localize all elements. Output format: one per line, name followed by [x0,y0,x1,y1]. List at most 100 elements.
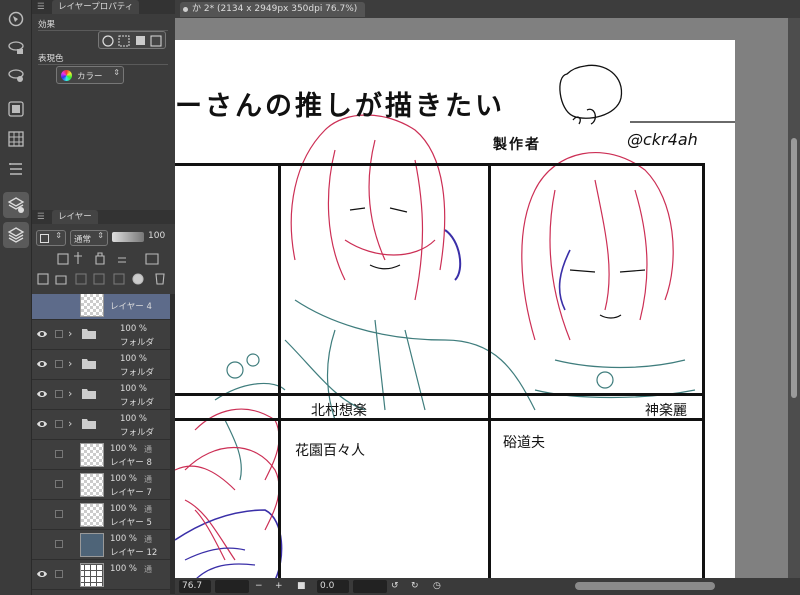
layer-row[interactable]: › 100 % フォルダ [32,380,170,410]
zoom-field[interactable]: 76.7 [179,580,211,593]
layer-panel-header: ☰ レイヤー [32,210,175,224]
layer-thumbnail [80,443,104,467]
visibility-eye-icon[interactable] [36,389,48,399]
layer-property-icon[interactable] [3,192,29,218]
layer-row[interactable]: 100 % 通 レイヤー 8 [32,440,170,470]
grid-line-top [175,163,705,166]
layer-icon[interactable] [3,222,29,248]
opacity-slider[interactable] [112,232,144,242]
layer-color-select[interactable]: ⇕ [36,230,66,246]
zoom-in-icon[interactable]: + [275,580,283,593]
layer-row[interactable]: 100 % 通 レイヤー 12 [32,530,170,560]
rotate-right-icon[interactable]: ↻ [411,580,419,593]
grid-line-mid1 [175,393,705,396]
zoom-slider[interactable] [215,580,249,593]
select-updown-icon: ⇕ [55,231,62,240]
canvas-vertical-scroll-thumb[interactable] [791,138,797,398]
folder-expand-chevron-icon[interactable]: › [68,387,72,400]
tool-property-icon[interactable] [3,62,29,88]
folder-icon [82,329,96,339]
layer-row[interactable]: 100 % 通 [32,560,170,590]
fit-icon[interactable]: ■ [297,580,306,593]
document-tab[interactable]: か 2* (2134 x 2949px 350dpi 76.7%) [180,2,366,17]
sub-tool-detail-icon[interactable] [3,34,29,60]
material-icon[interactable] [3,96,29,122]
folder-icon [82,389,96,399]
layer-lock-checkbox[interactable] [55,420,63,428]
layer-row[interactable]: レイヤー 4 [32,294,170,320]
layer-opacity: 100 % [110,444,138,454]
rotate-left-icon[interactable]: ↺ [391,580,399,593]
grid-line-col1 [278,163,281,578]
folder-expand-chevron-icon[interactable]: › [68,327,72,340]
opacity-value[interactable]: 100 [148,231,165,241]
expression-color-select[interactable]: カラー ⇕ [56,66,124,84]
rotation-slider[interactable] [353,580,387,593]
layer-property-panel: ☰ レイヤープロパティ 効果 表現色 カラー ⇕ [32,0,175,212]
reset-rotation-icon[interactable]: ◷ [433,580,441,593]
layer-lock-checkbox[interactable] [55,570,63,578]
visibility-eye-icon[interactable] [36,359,48,369]
rotation-field[interactable]: 0.0 [317,580,349,593]
layer-name: フォルダ [120,368,155,378]
layer-lock-checkbox[interactable] [55,480,63,488]
visibility-eye-icon[interactable] [36,569,48,579]
layer-thumbnail [80,533,104,557]
layer-name: フォルダ [120,398,155,408]
layer-panel-menu-icon[interactable]: ☰ [37,210,45,224]
layer-row[interactable]: › 100 % フォルダ [32,350,170,380]
layer-search-icon[interactable] [3,156,29,182]
navigator-icon[interactable] [3,6,29,32]
grid-line-right [702,163,705,578]
layer-property-header: ☰ レイヤープロパティ [32,0,175,14]
color-wheel-icon [61,70,72,81]
layer-lock-checkbox[interactable] [55,450,63,458]
creator-label: 製作者 [493,137,541,153]
name-label-hazama: 硲道夫 [503,435,545,451]
layer-tab[interactable]: レイヤー [52,210,98,224]
layer-lock-checkbox[interactable] [55,390,63,398]
layer-list-scrollbar[interactable] [170,294,175,594]
layer-thumbnail [80,503,104,527]
visibility-eye-icon[interactable] [36,329,48,339]
layer-opacity: 100 % [110,564,138,574]
left-palette-strip [0,0,32,595]
folder-expand-chevron-icon[interactable]: › [68,357,72,370]
layer-property-tab-label: レイヤープロパティ [58,2,134,12]
layer-name: フォルダ [120,338,155,348]
folder-expand-chevron-icon[interactable]: › [68,417,72,430]
canvas-vertical-scrollbar[interactable] [788,18,800,578]
name-label-hanazono: 花園百々人 [295,443,365,459]
layer-thumbnail [80,294,104,317]
layer-property-tab[interactable]: レイヤープロパティ [52,0,140,14]
panel-menu-icon[interactable]: ☰ [37,0,45,14]
layer-lock-checkbox[interactable] [55,330,63,338]
folder-icon [82,359,96,369]
layer-name: レイヤー 5 [110,518,152,528]
layer-row[interactable]: 100 % 通 レイヤー 7 [32,470,170,500]
layer-thumbnail [80,473,104,497]
layer-opacity: 100 % [120,324,148,334]
canvas-horizontal-scroll-thumb[interactable] [575,582,715,590]
layer-row[interactable]: › 100 % フォルダ [32,320,170,350]
layer-blend-mode: 通 [144,565,152,574]
layer-name: レイヤー 8 [110,458,152,468]
layer-row[interactable]: › 100 % フォルダ [32,410,170,440]
document-tab-title: か 2* (2134 x 2949px 350dpi 76.7%) [192,4,358,14]
layer-lock-checkbox[interactable] [55,510,63,518]
modified-dot-icon [183,7,188,12]
document-tab-bar: か 2* (2134 x 2949px 350dpi 76.7%) [175,0,800,18]
color-set-icon[interactable] [3,126,29,152]
zoom-out-icon[interactable]: − [255,580,263,593]
layer-lock-checkbox[interactable] [55,540,63,548]
canvas-paper[interactable]: ーさんの推しが描きたい 製作者 @ckr4ah 北村想楽 神楽麗 花園百々人 硲… [175,40,735,578]
blend-mode-select[interactable]: 通常 ⇕ [70,230,108,246]
layer-row[interactable]: 100 % 通 レイヤー 5 [32,500,170,530]
grid-line-col2 [488,163,491,578]
layer-blend-mode: 通 [144,445,152,454]
canvas-area[interactable]: ーさんの推しが描きたい 製作者 @ckr4ah 北村想楽 神楽麗 花園百々人 硲… [175,18,788,578]
visibility-eye-icon[interactable] [36,419,48,429]
expression-color-label: 表現色 [38,54,64,64]
layer-lock-checkbox[interactable] [55,360,63,368]
layer-list: レイヤー 4 › 100 % フォルダ › 100 % フォルダ › 100 %… [32,294,170,594]
